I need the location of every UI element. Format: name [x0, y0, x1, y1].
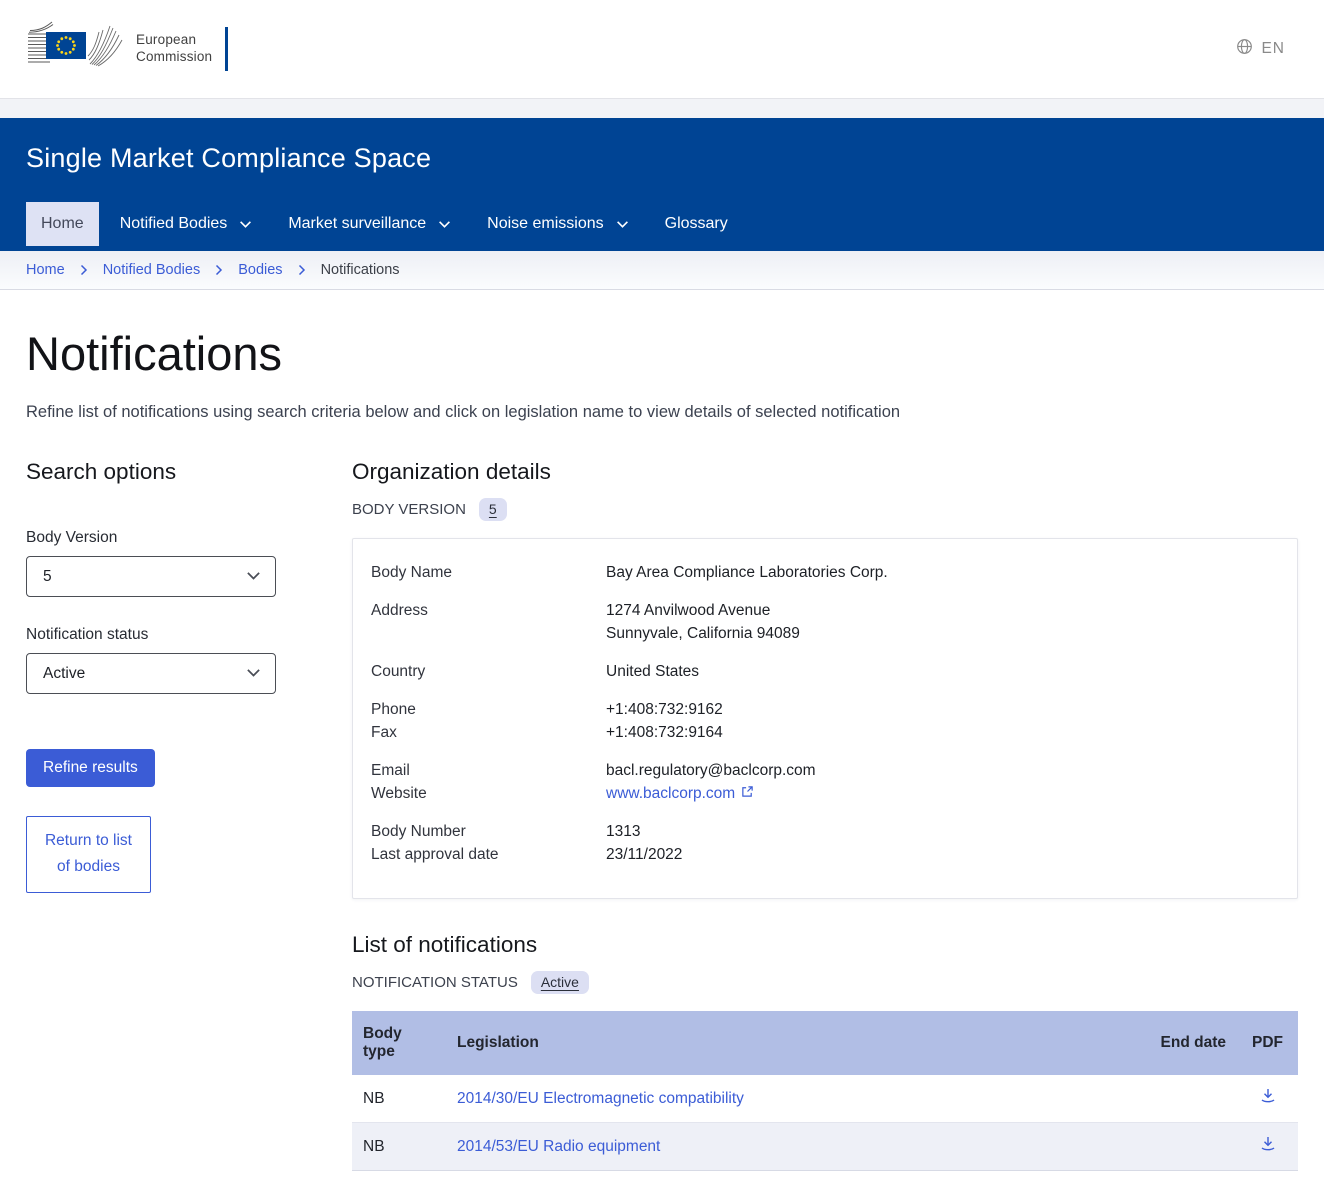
body-number-value: 1313 [606, 820, 640, 843]
address-line1: 1274 Anvilwood Avenue [606, 599, 800, 622]
organization-details-card: Body Name Bay Area Compliance Laboratori… [352, 538, 1298, 899]
chevron-down-icon [438, 220, 451, 229]
email-value: bacl.regulatory@baclcorp.com [606, 759, 816, 782]
nav-item-glossary[interactable]: Glossary [650, 202, 743, 246]
refine-results-button[interactable]: Refine results [26, 749, 155, 787]
website-link[interactable]: www.baclcorp.com [606, 782, 754, 805]
body-number-label: Body Number [371, 820, 606, 843]
nav-item-market-surveillance[interactable]: Market surveillance [273, 202, 466, 246]
address-value: 1274 Anvilwood Avenue Sunnyvale, Califor… [606, 599, 800, 645]
last-approval-date-value: 23/11/2022 [606, 843, 682, 866]
body-version-label: Body Version [26, 529, 352, 547]
body-version-selected-value: 5 [43, 568, 52, 586]
column-header-body-type: Body type [352, 1011, 446, 1075]
legislation-link[interactable]: 2014/53/EU Radio equipment [457, 1138, 660, 1156]
app-title: Single Market Compliance Space [26, 143, 1298, 174]
fax-label: Fax [371, 721, 606, 744]
notifications-table: Body type Legislation End date PDF NB 20… [352, 1011, 1298, 1171]
phone-label: Phone [371, 698, 606, 721]
list-of-notifications-heading: List of notifications [352, 932, 1298, 958]
country-value: United States [606, 660, 699, 683]
fax-value: +1:408:732:9164 [606, 721, 723, 744]
end-date-cell [1106, 1075, 1236, 1123]
website-url: www.baclcorp.com [606, 782, 735, 805]
return-button-line2: of bodies [35, 854, 142, 880]
breadcrumb-notified-bodies[interactable]: Notified Bodies [103, 262, 201, 278]
notification-status-select[interactable]: Active [26, 653, 276, 694]
chevron-right-icon [298, 264, 306, 276]
country-label: Country [371, 660, 606, 683]
breadcrumb-bodies[interactable]: Bodies [238, 262, 282, 278]
page-subtitle: Refine list of notifications using searc… [26, 403, 1298, 422]
site-header: European Commission EN [0, 0, 1324, 98]
body-name-label: Body Name [371, 561, 606, 584]
chevron-down-icon [239, 220, 252, 229]
download-icon[interactable] [1259, 1136, 1277, 1152]
breadcrumb: Home Notified Bodies Bodies Notification… [0, 251, 1324, 290]
table-row: NB 2014/53/EU Radio equipment [352, 1123, 1298, 1171]
organization-details-heading: Organization details [352, 459, 1298, 485]
phone-value: +1:408:732:9162 [606, 698, 723, 721]
external-link-icon [741, 782, 754, 805]
breadcrumb-current: Notifications [321, 262, 400, 278]
nav-item-label: Notified Bodies [120, 215, 228, 233]
website-label: Website [371, 782, 606, 805]
ec-logo-line1: European [136, 32, 212, 49]
app-banner: Single Market Compliance Space Home Noti… [0, 118, 1324, 251]
body-version-select[interactable]: 5 [26, 556, 276, 597]
table-header-row: Body type Legislation End date PDF [352, 1011, 1298, 1075]
ec-logo-line2: Commission [136, 49, 212, 66]
notification-status-selected-value: Active [43, 665, 85, 683]
nav-item-notified-bodies[interactable]: Notified Bodies [105, 202, 268, 246]
breadcrumb-home[interactable]: Home [26, 262, 65, 278]
search-options-panel: Search options Body Version 5 Notificati… [26, 459, 352, 1171]
address-label: Address [371, 599, 606, 645]
end-date-cell [1106, 1123, 1236, 1171]
ec-logo-divider [225, 27, 228, 71]
chevron-right-icon [215, 264, 223, 276]
body-version-badge[interactable]: 5 [479, 498, 507, 521]
header-divider-strip [0, 98, 1324, 118]
european-commission-logo[interactable]: European Commission [26, 18, 228, 81]
notification-status-meta-label: NOTIFICATION STATUS [352, 974, 518, 991]
main-content: Notifications Refine list of notificatio… [0, 326, 1324, 1171]
ec-flag-icon [26, 18, 126, 81]
chevron-down-icon [246, 568, 261, 586]
main-nav: Home Notified Bodies Market surveillance… [26, 202, 1298, 246]
chevron-right-icon [80, 264, 88, 276]
return-to-list-button[interactable]: Return to list of bodies [26, 816, 151, 893]
body-type-cell: NB [352, 1075, 446, 1123]
page-title: Notifications [26, 326, 1298, 381]
body-type-cell: NB [352, 1123, 446, 1171]
body-name-value: Bay Area Compliance Laboratories Corp. [606, 561, 888, 584]
search-options-heading: Search options [26, 459, 352, 485]
notification-status-label: Notification status [26, 626, 352, 644]
download-icon[interactable] [1259, 1088, 1277, 1104]
last-approval-date-label: Last approval date [371, 843, 606, 866]
email-label: Email [371, 759, 606, 782]
table-row: NB 2014/30/EU Electromagnetic compatibil… [352, 1075, 1298, 1123]
chevron-down-icon [246, 665, 261, 683]
nav-item-noise-emissions[interactable]: Noise emissions [472, 202, 643, 246]
body-version-meta-label: BODY VERSION [352, 501, 466, 518]
nav-item-label: Market surveillance [288, 215, 426, 233]
ec-logo-text: European Commission [136, 32, 212, 66]
column-header-end-date: End date [1106, 1011, 1236, 1075]
chevron-down-icon [616, 220, 629, 229]
nav-item-label: Home [41, 215, 84, 233]
column-header-pdf: PDF [1236, 1011, 1298, 1075]
language-code: EN [1261, 40, 1285, 58]
address-line2: Sunnyvale, California 94089 [606, 622, 800, 645]
globe-icon [1236, 38, 1253, 60]
legislation-link[interactable]: 2014/30/EU Electromagnetic compatibility [457, 1090, 744, 1108]
return-button-line1: Return to list [35, 828, 142, 854]
nav-item-label: Noise emissions [487, 215, 603, 233]
nav-item-label: Glossary [665, 215, 728, 233]
notification-status-badge[interactable]: Active [531, 971, 589, 994]
column-header-legislation: Legislation [446, 1011, 1106, 1075]
details-panel: Organization details BODY VERSION 5 Body… [352, 459, 1298, 1171]
language-selector[interactable]: EN [1236, 38, 1285, 60]
nav-item-home[interactable]: Home [26, 202, 99, 246]
